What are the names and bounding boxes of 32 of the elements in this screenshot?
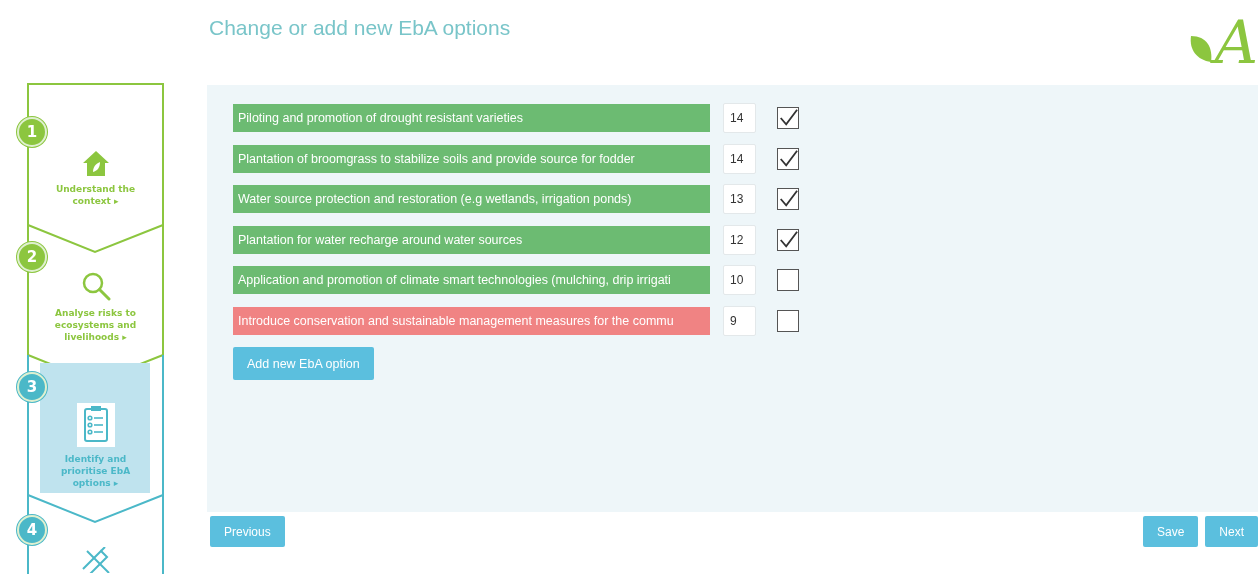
checkbox[interactable] <box>777 309 799 332</box>
clipboard-icon <box>76 403 115 447</box>
page-title: Change or add new EbA options <box>209 16 511 40</box>
step-number[interactable]: 1 <box>17 117 47 147</box>
step-link[interactable]: Analyse risks to ecosystems and livelihoods ▸ <box>50 307 141 343</box>
option-bar: Application and promotion of climate smart technologies (mulching, drip irrigati <box>233 266 710 294</box>
score-field[interactable]: 14 <box>723 103 756 133</box>
step-link[interactable]: Understand the context ▸ <box>50 183 141 207</box>
score-field[interactable]: 9 <box>723 305 756 336</box>
checkbox[interactable] <box>777 188 799 210</box>
add-option-button[interactable]: Add new EbA option <box>233 347 374 380</box>
previous-button[interactable]: Previous <box>210 516 285 547</box>
option-bar: Plantation of broomgrass to stabilize soils and provide source for fodder <box>233 144 710 173</box>
step-number[interactable]: 3 <box>17 372 47 402</box>
checkbox[interactable] <box>777 269 799 291</box>
score-field[interactable]: 10 <box>723 265 756 295</box>
checkbox[interactable] <box>777 107 799 129</box>
step-link[interactable]: Identify and prioritise EbA options ▸ <box>50 453 141 489</box>
score-field[interactable]: 14 <box>723 143 756 174</box>
next-button[interactable]: Next <box>1205 516 1258 547</box>
save-button[interactable]: Save <box>1142 516 1199 547</box>
score-field[interactable]: 13 <box>723 184 756 214</box>
checkbox[interactable] <box>777 228 799 251</box>
score-field[interactable]: 12 <box>723 224 756 255</box>
option-bar: Piloting and promotion of drought resistant varieties <box>233 104 710 132</box>
option-bar: Introduce conservation and sustainable management measures for the commu <box>233 306 710 335</box>
option-bar: Plantation for water recharge around water sources <box>233 225 710 254</box>
step-number[interactable]: 2 <box>17 242 47 272</box>
search-icon <box>80 271 111 301</box>
option-bar: Water source protection and restoration (e.g wetlands, irrigation ponds) <box>233 185 710 213</box>
step-number[interactable]: 4 <box>17 515 47 545</box>
checkbox[interactable] <box>777 147 799 170</box>
